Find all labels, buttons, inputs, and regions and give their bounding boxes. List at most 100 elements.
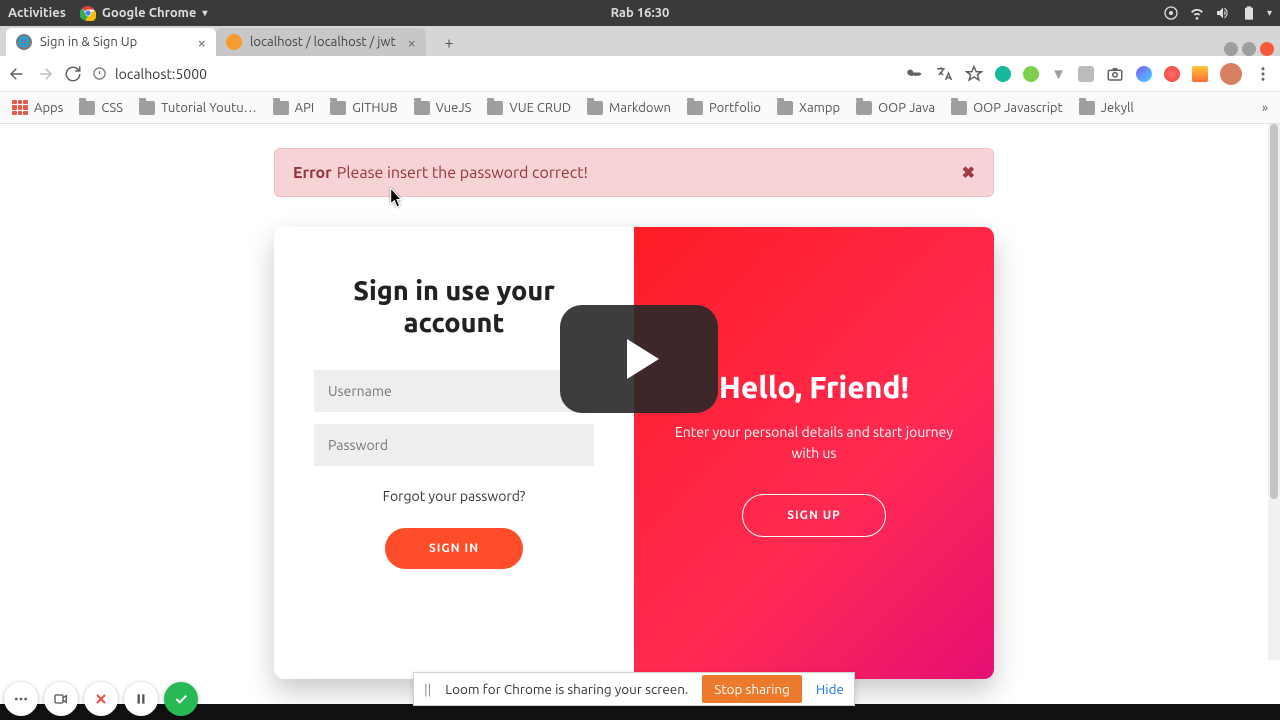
- bookmark-folder[interactable]: VueJS: [414, 101, 472, 115]
- close-tab-icon[interactable]: ×: [198, 34, 206, 51]
- site-info-icon[interactable]: [92, 66, 107, 81]
- folder-icon: [79, 101, 95, 115]
- apps-icon: [12, 100, 28, 116]
- folder-icon: [139, 101, 155, 115]
- battery-icon[interactable]: [1241, 5, 1257, 21]
- activities-button[interactable]: Activities: [8, 6, 66, 20]
- bookmark-folder[interactable]: VUE CRUD: [487, 101, 571, 115]
- signup-text: Enter your personal details and start jo…: [668, 422, 960, 464]
- bookmark-folder[interactable]: Markdown: [587, 101, 671, 115]
- chrome-tray-icon[interactable]: [1163, 5, 1179, 21]
- signup-button[interactable]: SIGN UP: [742, 494, 886, 537]
- extension-icon[interactable]: [1192, 66, 1208, 82]
- forgot-password-link[interactable]: Forgot your password?: [314, 488, 594, 504]
- signin-heading: Sign in use your account: [314, 275, 594, 340]
- screen-share-bar: || Loom for Chrome is sharing your scree…: [413, 672, 855, 706]
- volume-icon[interactable]: [1215, 5, 1231, 21]
- apps-button[interactable]: Apps: [12, 100, 63, 116]
- folder-icon: [1079, 101, 1095, 115]
- folder-icon: [330, 101, 346, 115]
- star-icon[interactable]: [965, 65, 983, 83]
- scrollbar-thumb[interactable]: [1270, 124, 1278, 499]
- extension-icon[interactable]: [1023, 66, 1039, 82]
- loom-done-button[interactable]: [164, 682, 198, 716]
- translate-icon[interactable]: [935, 65, 953, 83]
- globe-icon: 🌐: [16, 34, 32, 50]
- bookmark-folder[interactable]: API: [273, 101, 315, 115]
- forward-icon[interactable]: [36, 65, 54, 83]
- menu-icon[interactable]: [1254, 65, 1272, 83]
- tab-phpmyadmin[interactable]: localhost / localhost / jwt ×: [216, 28, 426, 56]
- wifi-icon[interactable]: [1189, 5, 1205, 21]
- maximize-icon[interactable]: [1242, 42, 1256, 56]
- bookmark-folder[interactable]: Portfolio: [687, 101, 761, 115]
- stop-sharing-button[interactable]: Stop sharing: [702, 675, 802, 703]
- bookmarks-bar: Apps CSS Tutorial Youtu… API GITHUB VueJ…: [0, 92, 1280, 124]
- play-icon: [627, 339, 659, 379]
- video-play-button[interactable]: [560, 305, 718, 413]
- address-bar[interactable]: localhost:5000: [92, 66, 895, 82]
- hide-share-bar-button[interactable]: Hide: [816, 681, 844, 697]
- alert-close-icon[interactable]: ✖: [962, 163, 975, 182]
- close-tab-icon[interactable]: ×: [408, 34, 416, 51]
- bookmark-folder[interactable]: GITHUB: [330, 101, 397, 115]
- username-input[interactable]: [314, 370, 594, 412]
- loom-cancel-button[interactable]: [84, 682, 118, 716]
- alert-title: Error: [293, 164, 332, 182]
- tab-signin[interactable]: 🌐 Sign in & Sign Up ×: [6, 28, 216, 56]
- reload-icon[interactable]: [64, 65, 82, 83]
- back-icon[interactable]: [8, 65, 26, 83]
- vertical-scrollbar[interactable]: [1268, 124, 1280, 660]
- bookmark-folder[interactable]: Xampp: [777, 101, 840, 115]
- profile-avatar[interactable]: [1220, 63, 1242, 85]
- folder-icon: [951, 101, 967, 115]
- bookmark-folder[interactable]: CSS: [79, 101, 123, 115]
- power-menu-icon[interactable]: ▾: [1267, 7, 1272, 19]
- url-text: localhost:5000: [115, 66, 207, 82]
- bookmark-folder[interactable]: Tutorial Youtu…: [139, 101, 257, 115]
- extension-icon[interactable]: ▼: [1051, 65, 1066, 83]
- folder-icon: [273, 101, 289, 115]
- folder-icon: [487, 101, 503, 115]
- tab-title: Sign in & Sign Up: [40, 35, 137, 49]
- password-input[interactable]: [314, 424, 594, 466]
- extension-icon[interactable]: [1136, 66, 1152, 82]
- signup-heading: Hello, Friend!: [719, 370, 909, 404]
- signin-panel: Sign in use your account Forgot your pas…: [274, 227, 634, 679]
- bookmark-folder[interactable]: Jekyll: [1079, 101, 1134, 115]
- drag-handle-icon[interactable]: ||: [424, 681, 431, 697]
- loom-pause-button[interactable]: [124, 682, 158, 716]
- app-menu[interactable]: Google Chrome ▾: [80, 5, 208, 21]
- camera-icon[interactable]: [1106, 65, 1124, 83]
- window-controls: [1224, 42, 1280, 56]
- toolbar: localhost:5000 ▼: [0, 56, 1280, 92]
- minimize-icon[interactable]: [1224, 42, 1238, 56]
- bookmark-folder[interactable]: OOP Javascript: [951, 101, 1063, 115]
- loom-camera-button[interactable]: [44, 682, 78, 716]
- share-message: Loom for Chrome is sharing your screen.: [445, 681, 688, 697]
- phpmyadmin-icon: [226, 34, 242, 50]
- close-window-icon[interactable]: [1260, 42, 1274, 56]
- extension-icon[interactable]: [1078, 66, 1094, 82]
- new-tab-button[interactable]: +: [436, 30, 462, 56]
- signup-panel: Hello, Friend! Enter your personal detai…: [634, 227, 994, 679]
- folder-icon: [587, 101, 603, 115]
- folder-icon: [414, 101, 430, 115]
- folder-icon: [777, 101, 793, 115]
- clock[interactable]: Rab 16:30: [611, 6, 670, 20]
- tab-strip: 🌐 Sign in & Sign Up × localhost / localh…: [0, 26, 1280, 56]
- chrome-icon: [80, 5, 96, 21]
- bookmark-folder[interactable]: OOP Java: [856, 101, 935, 115]
- extension-icon[interactable]: [995, 66, 1011, 82]
- loom-extension-icon[interactable]: [1164, 66, 1180, 82]
- loom-more-button[interactable]: [4, 682, 38, 716]
- loom-controls: [4, 682, 198, 716]
- page-viewport: Error Please insert the password correct…: [0, 124, 1268, 720]
- tab-title: localhost / localhost / jwt: [250, 35, 396, 49]
- bookmarks-overflow-icon[interactable]: »: [1262, 101, 1268, 115]
- signin-button[interactable]: SIGN IN: [385, 528, 523, 569]
- key-icon[interactable]: [905, 65, 923, 83]
- error-alert: Error Please insert the password correct…: [274, 148, 994, 197]
- auth-card: Sign in use your account Forgot your pas…: [274, 227, 994, 679]
- folder-icon: [856, 101, 872, 115]
